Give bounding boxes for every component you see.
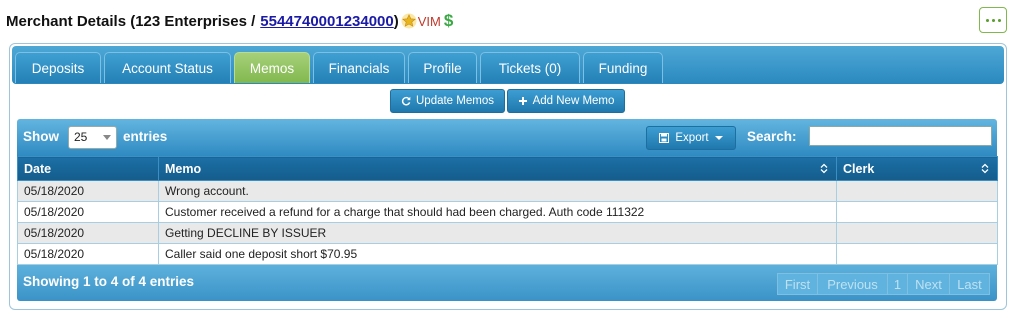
cell-clerk: [836, 180, 998, 202]
cell-date: 05/18/2020: [17, 201, 159, 223]
column-header-date[interactable]: Date: [17, 156, 159, 181]
table-row[interactable]: 05/18/2020 Caller said one deposit short…: [17, 243, 998, 265]
table-info: Showing 1 to 4 of 4 entries: [23, 274, 195, 289]
refresh-icon: [401, 96, 411, 106]
dollar-icon: $: [443, 11, 454, 30]
update-memos-button[interactable]: Update Memos: [390, 89, 505, 113]
update-memos-label: Update Memos: [416, 95, 494, 107]
table-row[interactable]: 05/18/2020 Wrong account.: [17, 180, 998, 202]
entries-label: entries: [123, 129, 168, 144]
tab-funding[interactable]: Funding: [583, 52, 663, 83]
tab-memos[interactable]: Memos: [234, 52, 310, 83]
cell-clerk: [836, 201, 998, 223]
memos-panel: Deposits Account Status Memos Financials…: [9, 43, 1007, 310]
sort-icon: [981, 163, 989, 174]
title-close-paren: ): [393, 12, 399, 30]
add-new-memo-label: Add New Memo: [532, 95, 615, 107]
export-button[interactable]: Export: [646, 126, 736, 150]
vim-label: VIM: [417, 13, 441, 29]
show-label: Show: [23, 129, 59, 144]
chevron-down-icon: [103, 135, 111, 140]
column-header-clerk[interactable]: Clerk: [836, 156, 998, 181]
plus-icon: [518, 97, 527, 105]
pager-last-button[interactable]: Last: [949, 273, 990, 295]
add-new-memo-button[interactable]: Add New Memo: [507, 89, 625, 113]
cell-date: 05/18/2020: [17, 180, 159, 202]
cell-memo: Caller said one deposit short $70.95: [158, 243, 837, 265]
sort-icon: [820, 163, 828, 174]
table-footer: Showing 1 to 4 of 4 entries First Previo…: [17, 265, 997, 301]
cell-clerk: [836, 222, 998, 244]
export-caret-icon: [714, 136, 723, 140]
cell-date: 05/18/2020: [17, 243, 159, 265]
pagination: First Previous 1 Next Last: [777, 273, 990, 295]
cell-memo: Customer received a refund for a charge …: [158, 201, 837, 223]
pager-previous-button[interactable]: Previous: [817, 273, 888, 295]
cell-memo: Getting DECLINE BY ISSUER: [158, 222, 837, 244]
tab-account-status[interactable]: Account Status: [104, 52, 231, 83]
column-header-memo[interactable]: Memo: [158, 156, 837, 181]
pager-next-button[interactable]: Next: [907, 273, 950, 295]
page-length-select[interactable]: 25: [68, 126, 117, 149]
table-row[interactable]: 05/18/2020 Getting DECLINE BY ISSUER: [17, 222, 998, 244]
tab-bar: Deposits Account Status Memos Financials…: [12, 46, 1004, 84]
page-length-value: 25: [74, 130, 88, 144]
tab-financials[interactable]: Financials: [313, 52, 405, 83]
search-input[interactable]: [809, 126, 992, 146]
export-label: Export: [675, 132, 709, 144]
merchant-id-link[interactable]: 5544740001234000: [260, 13, 393, 30]
star-icon: [401, 13, 417, 29]
table-row[interactable]: 05/18/2020 Customer received a refund fo…: [17, 201, 998, 223]
page-title: Merchant Details (123 Enterprises /: [6, 12, 256, 30]
pager-first-button[interactable]: First: [777, 273, 818, 295]
tab-tickets[interactable]: Tickets (0): [480, 52, 580, 83]
cell-memo: Wrong account.: [158, 180, 837, 202]
cell-date: 05/18/2020: [17, 222, 159, 244]
table-toolbar: Show 25 entries Export Search:: [17, 119, 997, 156]
tab-profile[interactable]: Profile: [408, 52, 477, 83]
memos-table: Date Memo Clerk 05/18/2020 Wrong account…: [17, 156, 998, 265]
export-icon: [659, 133, 670, 143]
search-label: Search:: [747, 129, 797, 144]
pager-page-1-button[interactable]: 1: [887, 273, 908, 295]
tab-deposits[interactable]: Deposits: [15, 52, 101, 83]
page-header: Merchant Details (123 Enterprises / 5544…: [6, 8, 453, 34]
more-icon: [985, 18, 989, 22]
cell-clerk: [836, 243, 998, 265]
table-header-row: Date Memo Clerk: [17, 156, 998, 181]
more-options-button[interactable]: [979, 7, 1007, 33]
